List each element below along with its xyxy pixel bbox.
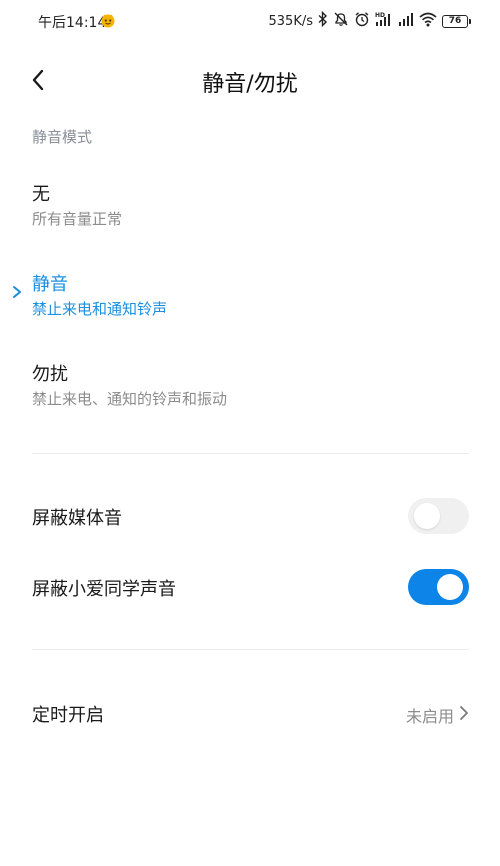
setting-row-block-media: 屏蔽媒体音 <box>0 488 500 544</box>
notification-app-icon <box>100 12 116 28</box>
chevron-right-icon <box>460 706 468 720</box>
signal-icon <box>398 11 414 31</box>
setting-label: 屏蔽小爱同学声音 <box>32 579 176 600</box>
app-header: 静音/勿扰 <box>0 52 500 108</box>
option-subtitle: 禁止来电、通知的铃声和振动 <box>32 390 228 408</box>
divider <box>32 453 469 454</box>
svg-text:HD: HD <box>375 12 385 19</box>
status-icons: 535K/s HD 76 <box>268 10 471 31</box>
bluetooth-icon <box>318 10 328 31</box>
block-media-toggle[interactable] <box>408 498 469 534</box>
mode-option-do-not-disturb[interactable]: 勿扰 禁止来电、通知的铃声和振动 <box>0 352 500 432</box>
mode-option-silent[interactable]: 静音 禁止来电和通知铃声 <box>0 262 500 342</box>
mute-icon <box>333 11 349 31</box>
option-subtitle: 禁止来电和通知铃声 <box>32 300 168 318</box>
divider <box>32 649 469 650</box>
toggle-knob <box>437 574 463 600</box>
page-title: 静音/勿扰 <box>202 72 298 97</box>
schedule-value: 未启用 <box>405 707 454 726</box>
alarm-icon <box>354 11 370 31</box>
status-bar: 午后14:14 535K/s HD 76 <box>0 0 500 44</box>
section-label-silent-mode: 静音模式 <box>32 128 93 146</box>
schedule-label: 定时开启 <box>32 705 104 726</box>
block-xiaoai-toggle[interactable] <box>408 569 469 605</box>
network-speed: 535K/s <box>268 13 314 29</box>
battery-icon: 76 <box>442 14 471 28</box>
selected-chevron-icon <box>13 286 21 298</box>
option-title: 无 <box>32 184 50 205</box>
hd-signal-icon: HD <box>375 11 393 31</box>
toggle-knob <box>414 503 440 529</box>
option-subtitle: 所有音量正常 <box>32 210 123 228</box>
setting-row-block-xiaoai: 屏蔽小爱同学声音 <box>0 559 500 615</box>
option-title: 静音 <box>32 274 68 295</box>
battery-level: 76 <box>448 15 462 26</box>
setting-label: 屏蔽媒体音 <box>32 508 122 529</box>
schedule-row[interactable]: 定时开启 未启用 <box>0 688 500 738</box>
status-time: 午后14:14 <box>38 15 107 31</box>
option-title: 勿扰 <box>32 364 68 385</box>
mode-option-none[interactable]: 无 所有音量正常 <box>0 172 500 252</box>
wifi-icon <box>419 11 437 31</box>
